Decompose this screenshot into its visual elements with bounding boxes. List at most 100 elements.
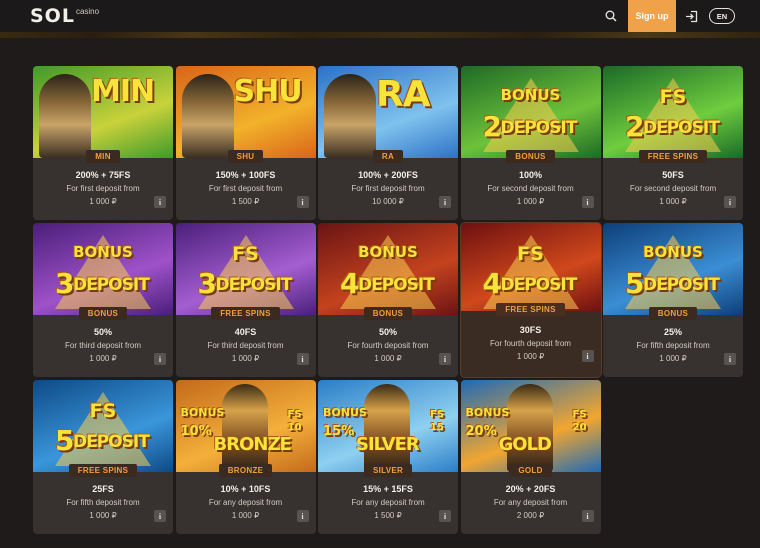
bonus-tag-label: MIN [86,150,120,163]
bonus-title: 50% [378,327,397,337]
info-button[interactable]: i [581,510,594,522]
card-art-number: 3 [197,267,217,300]
bonus-title: 50FS [662,170,684,180]
bonus-description: For second deposit from [487,184,574,193]
bonus-min-amount: 1 000 ₽ [516,352,545,361]
info-button[interactable]: i [724,196,736,208]
card-art-fs: FS 15 [430,409,445,433]
bonus-tag: FREE SPINS [33,464,173,478]
bonus-title: 25% [663,327,682,337]
bonus-card[interactable]: BONUS 4 DEPOSIT BONUS 50% For fourth deposit … [318,223,458,377]
language-selector[interactable]: EN [709,8,735,24]
card-art-top: FS [89,400,117,422]
bonus-card[interactable]: BONUS 10% BRONZE FS 10 BRONZE 10% + 10FS For a… [175,380,316,534]
bonus-description: For any deposit from [351,498,425,507]
info-button[interactable]: i [296,353,309,365]
bonus-description: For fourth deposit from [347,341,429,350]
bonus-title: 100% [518,170,543,180]
bonus-card[interactable]: BONUS 15% SILVER FS 15 SILVER 15% + 15FS For a… [318,380,458,534]
bonus-title: 25FS [92,484,114,494]
info-button[interactable]: i [439,353,451,365]
info-button[interactable]: i [296,510,309,522]
egyptian-figure-image [39,74,91,158]
bonus-card[interactable]: SHU SHU 150% + 100FS For first deposit from… [175,66,316,220]
card-art-bottom: DEPOSIT [73,275,150,295]
bonus-card[interactable]: FS 2 DEPOSIT FREE SPINS 50FS For second depos… [603,66,743,220]
card-art-bottom: DEPOSIT [500,118,578,138]
card-art-bottom: DEPOSIT [643,118,720,138]
bonus-tag: BONUS [603,307,743,321]
info-button[interactable]: i [439,510,451,522]
bonus-tag-label: BONUS [648,307,698,320]
card-art-bottom: DEPOSIT [358,275,435,295]
bonus-description: For fifth deposit from [636,341,710,350]
card-art-percent: 20% [465,424,497,439]
login-button[interactable] [681,6,701,26]
bonus-min-amount: 1 000 ₽ [231,354,260,363]
login-icon [685,10,697,22]
bonus-card[interactable]: FS 3 DEPOSIT FREE SPINS 40FS For third deposi… [175,223,316,377]
card-art-percent: 15% [323,424,355,439]
card-art-title: RA [376,74,431,115]
bonus-description: For first deposit from [66,184,140,193]
bonus-tag-label: FREE SPINS [211,307,280,320]
card-art-number: 5 [625,267,645,300]
info-button[interactable]: i [154,510,166,522]
info-button[interactable]: i [154,196,166,208]
bonus-title: 150% + 100FS [215,170,276,180]
signup-button[interactable]: Sign up [628,0,676,32]
card-art-bonus: BONUS [465,406,510,419]
card-art-bonus: BONUS [180,406,225,419]
logo-text: SOL [30,5,75,27]
bonus-tag-label: BRONZE [218,464,273,477]
bonus-min-amount: 2 000 ₽ [516,511,545,520]
bonus-description: For third deposit from [64,341,142,350]
bonus-description: For any deposit from [493,498,568,507]
sol-casino-logo[interactable]: SOL casino [30,5,99,27]
bonus-card-image: BONUS 20% GOLD FS 20 [460,380,601,472]
card-art-tier: GOLD [498,434,552,455]
bonus-card-image: MIN [33,66,173,158]
top-header: SOL casino Sign up EN [0,0,760,32]
bonus-min-amount: 10 000 ₽ [372,197,404,206]
info-button[interactable]: i [581,350,594,362]
bonus-card-image: BONUS 5 DEPOSIT [603,223,743,315]
bonus-min-amount: 1 000 ₽ [659,354,687,363]
bonus-grid: MIN MIN 200% + 75FS For first deposit from 1… [33,66,743,534]
bonus-card-image: FS 3 DEPOSIT [175,223,316,315]
card-art-top: BONUS [500,86,561,104]
bonus-tag-label: BONUS [78,307,128,320]
card-art-bottom: DEPOSIT [73,432,150,452]
bonus-tag-label: RA [372,150,404,163]
info-button[interactable]: i [439,196,451,208]
bonus-card[interactable]: FS 5 DEPOSIT FREE SPINS 25FS For fifth deposi… [33,380,173,534]
egyptian-figure-image [324,74,376,158]
egyptian-figure-image [181,74,234,158]
pharaoh-figure-image [364,384,410,472]
card-art-top: BONUS [73,243,133,261]
card-art-tier: BRONZE [213,434,292,455]
bonus-tag: GOLD [461,464,601,478]
info-button[interactable]: i [581,196,594,208]
info-button[interactable]: i [154,353,166,365]
info-button[interactable]: i [724,353,736,365]
bonus-card[interactable]: BONUS 5 DEPOSIT BONUS 25% For fifth deposit f… [603,223,743,377]
bonus-card[interactable]: BONUS 3 DEPOSIT BONUS 50% For third deposit f… [33,223,173,377]
bonus-card-image: RA [318,66,458,158]
search-button[interactable] [600,6,622,26]
bonus-card[interactable]: BONUS 20% GOLD FS 20 GOLD 20% + 20FS For any d… [460,380,601,534]
info-button[interactable]: i [296,196,309,208]
bonus-card[interactable]: MIN MIN 200% + 75FS For first deposit from 1… [33,66,173,220]
bonus-card[interactable]: BONUS 2 DEPOSIT BONUS 100% For second deposit… [460,66,601,220]
card-art-bonus: BONUS [323,406,367,419]
bonus-tag: BONUS [33,307,173,321]
card-art-bottom: DEPOSIT [500,275,578,295]
card-art-number: 5 [55,424,75,457]
bonus-card[interactable]: RA RA 100% + 200FS For first deposit from 10… [318,66,458,220]
bonus-description: For first deposit from [208,184,283,193]
bonus-card[interactable]: FS 4 DEPOSIT FREE SPINS 30FS For fourth depos… [460,223,601,377]
card-art-percent: 10% [180,424,212,439]
card-art-top: FS [659,86,687,108]
bonus-title: 20% + 20FS [505,484,556,494]
card-art-fs: FS 20 [572,409,587,433]
